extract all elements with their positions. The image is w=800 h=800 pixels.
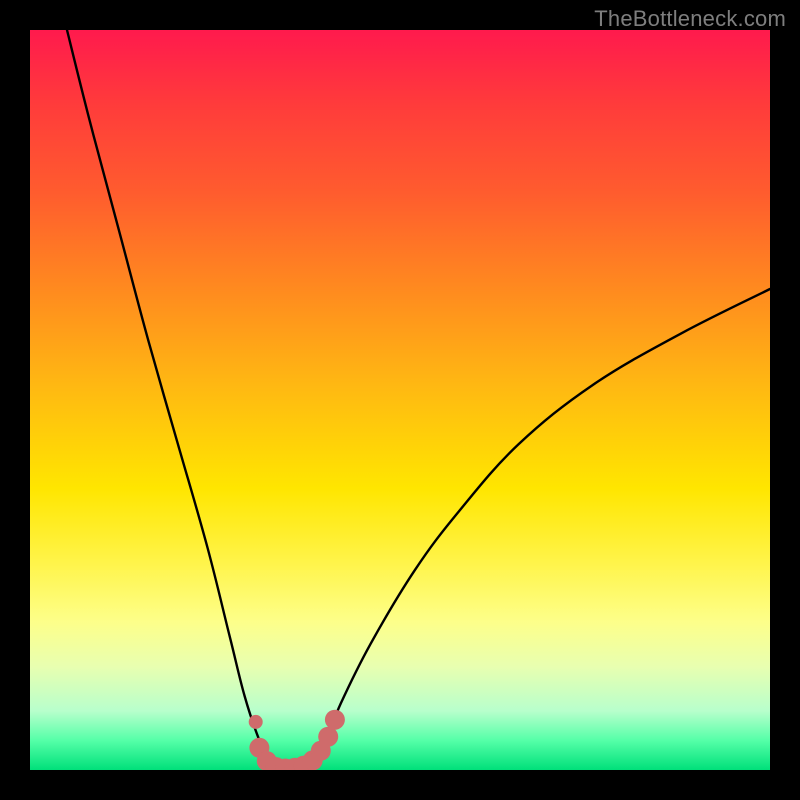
optimal-range-markers — [249, 710, 345, 770]
highlight-dot — [249, 715, 263, 729]
chart-svg — [30, 30, 770, 770]
highlight-dot — [325, 710, 345, 730]
highlight-dot — [318, 727, 338, 747]
plot-area — [30, 30, 770, 770]
bottleneck-curve — [67, 30, 770, 770]
watermark-text: TheBottleneck.com — [594, 6, 786, 32]
chart-container: TheBottleneck.com — [0, 0, 800, 800]
